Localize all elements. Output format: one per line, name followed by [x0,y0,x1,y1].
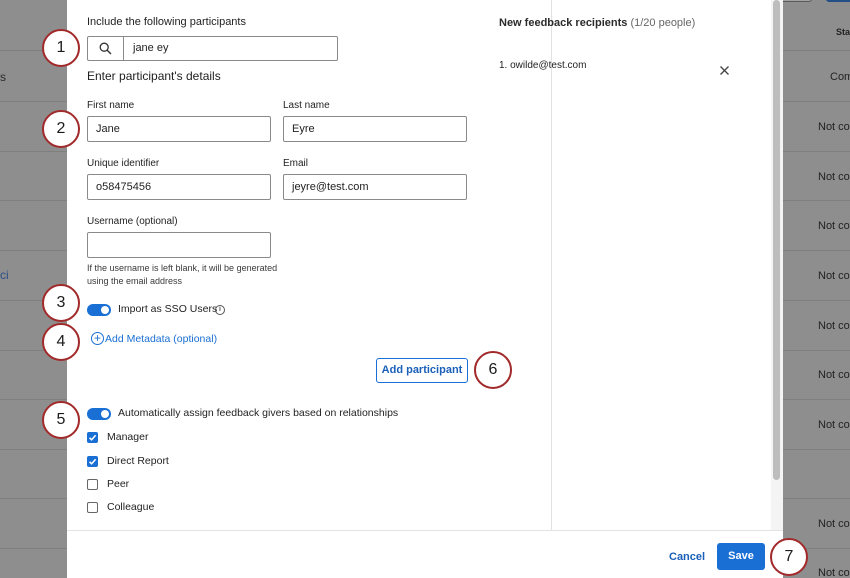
bg-left-link: ci [0,268,9,282]
manager-label: Manager [107,431,149,443]
manager-checkbox[interactable] [87,432,98,443]
peer-checkbox[interactable] [87,479,98,490]
bg-status-cell: Not com [818,320,850,332]
bg-status-cell: Not com [818,220,850,232]
direct-report-checkbox[interactable] [87,456,98,467]
recipients-count: (1/20 people) [630,17,696,29]
callout-marker: 6 [474,351,512,389]
bg-status-cell: Not com [818,369,850,381]
colleague-checkbox[interactable] [87,502,98,513]
colleague-label: Colleague [107,501,155,513]
check-icon [88,458,97,465]
callout-marker: 7 [770,538,808,576]
cancel-button[interactable]: Cancel [669,551,705,563]
username-field[interactable] [87,232,271,258]
scrollbar-thumb[interactable] [773,0,780,480]
recipients-heading: New feedback recipients (1/20 people) [499,17,695,29]
bg-left-text: s [0,70,6,84]
first-name-field[interactable]: Jane [87,116,271,142]
direct-report-label: Direct Report [107,455,169,467]
add-participants-modal: Include the following participants jane … [67,0,783,578]
save-button[interactable]: Save [717,543,765,570]
search-value: jane ey [133,42,169,54]
last-name-label: Last name [283,100,330,111]
username-hint: If the username is left blank, it will b… [87,263,278,286]
bg-status-cell: Com [830,71,850,83]
recipients-title: New feedback recipients [499,17,628,29]
sso-toggle[interactable] [87,304,111,316]
panel-divider [551,0,552,530]
add-participant-button[interactable]: Add participant [376,358,468,383]
sso-label: Import as SSO Users [118,303,218,315]
search-icon [88,37,124,60]
add-metadata-link[interactable]: Add Metadata (optional) [105,333,217,345]
close-icon[interactable] [719,65,730,76]
bg-status-cell: Not com [818,518,850,530]
unique-identifier-field[interactable]: o58475456 [87,174,271,200]
callout-marker: 4 [42,323,80,361]
callout-marker: 5 [42,401,80,439]
email-label: Email [283,158,309,169]
participant-details-heading: Enter participant's details [87,69,221,83]
include-participants-label: Include the following participants [87,16,246,28]
auto-assign-label: Automatically assign feedback givers bas… [118,407,399,419]
check-icon [88,434,97,441]
bg-status-cell: Not com [818,270,850,282]
participant-search-input[interactable]: jane ey [87,36,338,61]
recipient-item: 1. owilde@test.com [499,60,587,71]
bg-status-cell: Not com [818,121,850,133]
last-name-field[interactable]: Eyre [283,116,467,142]
bg-status-header: Sta [836,27,850,37]
bg-status-cell: Not com [818,419,850,431]
email-field[interactable]: jeyre@test.com [283,174,467,200]
bg-status-cell: Not com [818,171,850,183]
peer-label: Peer [107,478,130,490]
auto-assign-toggle[interactable] [87,408,111,420]
callout-marker: 1 [42,29,80,67]
first-name-label: First name [87,100,135,111]
bg-top-button-primary [826,0,850,2]
plus-circle-icon[interactable]: + [91,332,104,345]
unique-identifier-label: Unique identifier [87,158,160,169]
info-icon[interactable]: i [215,305,225,315]
bg-status-cell: Not com [818,567,850,578]
callout-marker: 2 [42,110,80,148]
username-label: Username (optional) [87,216,178,227]
callout-marker: 3 [42,284,80,322]
